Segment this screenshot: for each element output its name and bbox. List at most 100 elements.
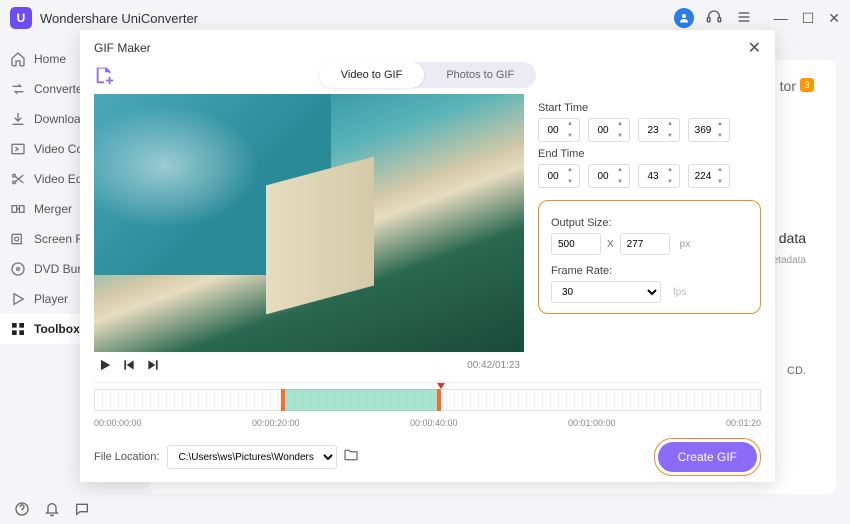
- output-settings-box: Output Size: X px Frame Rate: 30 fps: [538, 200, 761, 314]
- end-ms-spinner[interactable]: ▲▼: [688, 164, 730, 188]
- feedback-icon[interactable]: [74, 501, 90, 517]
- tl-label: 00:00:20:00: [252, 418, 300, 428]
- mode-photos-to-gif[interactable]: Photos to GIF: [424, 62, 536, 88]
- scissors-icon: [10, 171, 26, 187]
- sidebar-item-compressor[interactable]: Video Compressor: [0, 134, 90, 164]
- spin-up-icon[interactable]: ▲: [667, 121, 677, 127]
- minimize-button[interactable]: —: [774, 11, 788, 25]
- spin-down-icon[interactable]: ▼: [617, 133, 627, 139]
- close-icon[interactable]: ✕: [748, 38, 761, 58]
- end-m-input[interactable]: [593, 171, 613, 182]
- help-icon[interactable]: [14, 501, 30, 517]
- spin-up-icon[interactable]: ▲: [617, 167, 627, 173]
- timeline-playhead[interactable]: [437, 383, 445, 389]
- disc-icon: [10, 261, 26, 277]
- side-label: Home: [34, 52, 66, 66]
- spin-up-icon[interactable]: ▲: [717, 167, 727, 173]
- app-logo: U: [10, 7, 32, 29]
- end-h-spinner[interactable]: ▲▼: [538, 164, 580, 188]
- maximize-button[interactable]: ☐: [802, 11, 815, 25]
- sidebar-item-recorder[interactable]: Screen Recorder: [0, 224, 90, 254]
- bottom-bar: [0, 494, 850, 524]
- fps-label: fps: [673, 287, 686, 298]
- side-label: Player: [34, 292, 68, 306]
- folder-icon[interactable]: [343, 447, 359, 468]
- end-h-input[interactable]: [543, 171, 563, 182]
- headset-icon[interactable]: [706, 9, 724, 27]
- spin-down-icon[interactable]: ▼: [717, 179, 727, 185]
- spin-down-icon[interactable]: ▼: [667, 133, 677, 139]
- px-label: px: [680, 239, 691, 250]
- next-frame-button[interactable]: [146, 358, 160, 372]
- tl-label: 00:00:40:00: [410, 418, 458, 428]
- prev-frame-button[interactable]: [122, 358, 136, 372]
- spin-down-icon[interactable]: ▼: [717, 133, 727, 139]
- start-ms-input[interactable]: [693, 125, 713, 136]
- compress-icon: [10, 141, 26, 157]
- start-m-input[interactable]: [593, 125, 613, 136]
- start-h-spinner[interactable]: ▲▼: [538, 118, 580, 142]
- merge-icon: [10, 201, 26, 217]
- sidebar-item-editor[interactable]: Video Editor: [0, 164, 90, 194]
- frame-rate-label: Frame Rate:: [551, 265, 748, 277]
- menu-icon[interactable]: [736, 9, 754, 27]
- spin-down-icon[interactable]: ▼: [667, 179, 677, 185]
- sidebar: Home Converter Downloader Video Compress…: [0, 36, 90, 494]
- x-label: X: [607, 239, 614, 250]
- mode-toggle: Video to GIF Photos to GIF: [319, 62, 536, 88]
- timeline-labels: 00:00:00:00 00:00:20:00 00:00:40:00 00:0…: [94, 418, 761, 428]
- end-m-spinner[interactable]: ▲▼: [588, 164, 630, 188]
- sidebar-item-merger[interactable]: Merger: [0, 194, 90, 224]
- add-file-button[interactable]: [94, 64, 116, 86]
- start-s-input[interactable]: [643, 125, 663, 136]
- gif-maker-modal: GIF Maker ✕ Video to GIF Photos to GIF 0…: [80, 30, 775, 482]
- spin-up-icon[interactable]: ▲: [617, 121, 627, 127]
- convert-icon: [10, 81, 26, 97]
- video-preview[interactable]: [94, 94, 524, 352]
- home-icon: [10, 51, 26, 67]
- close-button[interactable]: ✕: [828, 11, 840, 25]
- start-s-spinner[interactable]: ▲▼: [638, 118, 680, 142]
- timeline[interactable]: [94, 382, 761, 416]
- frame-rate-select[interactable]: 30: [551, 281, 661, 303]
- spin-down-icon[interactable]: ▼: [567, 133, 577, 139]
- mode-video-to-gif[interactable]: Video to GIF: [319, 62, 425, 88]
- create-gif-button[interactable]: Create GIF: [658, 442, 757, 472]
- tl-label: 00:01:00:00: [568, 418, 616, 428]
- start-ms-spinner[interactable]: ▲▼: [688, 118, 730, 142]
- end-s-input[interactable]: [643, 171, 663, 182]
- start-h-input[interactable]: [543, 125, 563, 136]
- time-display: 00:42/01:23: [467, 360, 520, 371]
- timeline-selection[interactable]: [281, 389, 441, 411]
- side-label: Merger: [34, 202, 72, 216]
- sidebar-item-downloader[interactable]: Downloader: [0, 104, 90, 134]
- sidebar-item-dvd[interactable]: DVD Burner: [0, 254, 90, 284]
- modal-title: GIF Maker: [94, 41, 748, 55]
- sidebar-item-player[interactable]: Player: [0, 284, 90, 314]
- bell-icon[interactable]: [44, 501, 60, 517]
- spin-down-icon[interactable]: ▼: [567, 179, 577, 185]
- create-highlight: Create GIF: [654, 438, 761, 476]
- user-icon[interactable]: [674, 8, 694, 28]
- height-input[interactable]: [620, 233, 670, 255]
- spin-up-icon[interactable]: ▲: [567, 121, 577, 127]
- start-time-label: Start Time: [538, 102, 761, 114]
- file-location-select[interactable]: C:\Users\ws\Pictures\Wonders: [167, 445, 337, 469]
- record-icon: [10, 231, 26, 247]
- start-m-spinner[interactable]: ▲▼: [588, 118, 630, 142]
- width-input[interactable]: [551, 233, 601, 255]
- sidebar-item-toolbox[interactable]: Toolbox: [0, 314, 90, 344]
- spin-up-icon[interactable]: ▲: [567, 167, 577, 173]
- spin-down-icon[interactable]: ▼: [617, 179, 627, 185]
- play-icon: [10, 291, 26, 307]
- sidebar-item-home[interactable]: Home: [0, 44, 90, 74]
- tl-label: 00:00:00:00: [94, 418, 142, 428]
- sidebar-item-converter[interactable]: Converter: [0, 74, 90, 104]
- download-icon: [10, 111, 26, 127]
- end-s-spinner[interactable]: ▲▼: [638, 164, 680, 188]
- spin-up-icon[interactable]: ▲: [717, 121, 727, 127]
- end-ms-input[interactable]: [693, 171, 713, 182]
- play-button[interactable]: [98, 358, 112, 372]
- spin-up-icon[interactable]: ▲: [667, 167, 677, 173]
- output-size-label: Output Size:: [551, 217, 748, 229]
